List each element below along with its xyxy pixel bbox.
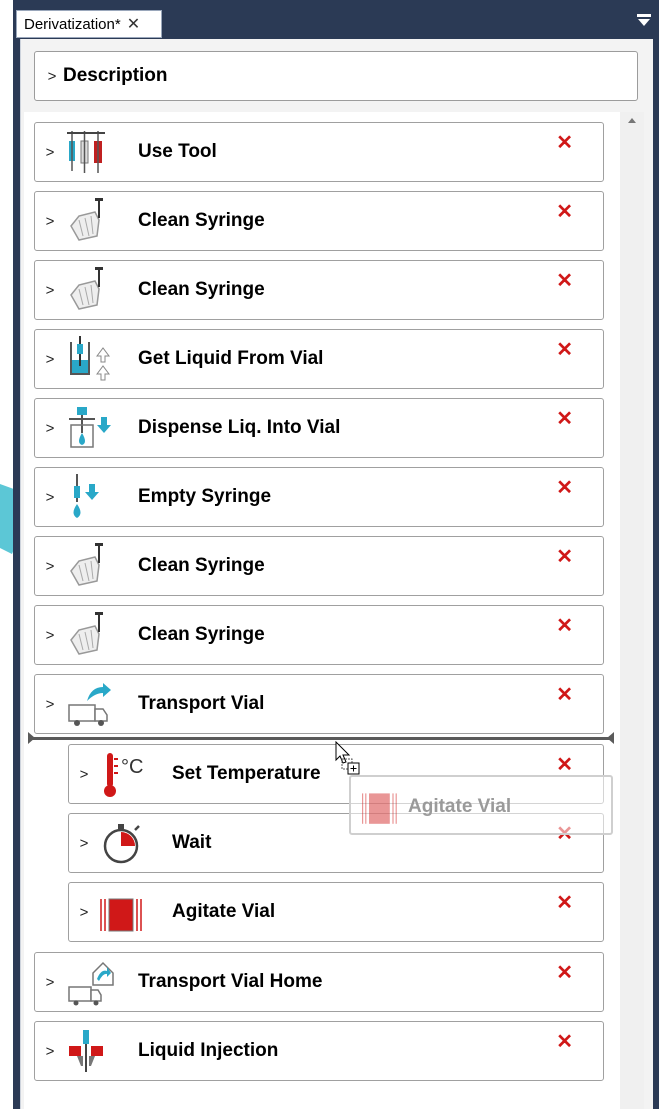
- step-label: Empty Syringe: [138, 486, 272, 507]
- window-menu-icon[interactable]: [637, 12, 651, 28]
- delete-step-icon[interactable]: ✕: [556, 893, 573, 913]
- expand-chevron-icon[interactable]: >: [77, 904, 91, 921]
- tab-derivatization[interactable]: Derivatization* ✕: [16, 10, 162, 38]
- step-label: Wait: [172, 832, 212, 853]
- delete-step-icon[interactable]: ✕: [556, 409, 573, 429]
- expand-chevron-icon[interactable]: >: [43, 558, 57, 575]
- step-clean-syringe[interactable]: > Clean Syringe ✕: [34, 260, 604, 320]
- expand-chevron-icon[interactable]: >: [43, 974, 57, 991]
- clean-syringe-icon: [70, 198, 103, 241]
- step-get-liquid-from-vial[interactable]: > Get Liquid From Vial ✕: [34, 329, 604, 389]
- step-use-tool[interactable]: > Use Tool ✕: [34, 122, 604, 182]
- expand-chevron-icon[interactable]: >: [45, 68, 59, 85]
- get-liquid-icon: [70, 336, 110, 381]
- agitate-vial-icon: [100, 898, 142, 932]
- step-clean-syringe[interactable]: > Clean Syringe ✕: [34, 605, 604, 665]
- dispense-liquid-icon: [69, 407, 111, 448]
- expand-chevron-icon[interactable]: >: [43, 282, 57, 299]
- step-label: Liquid Injection: [138, 1040, 279, 1061]
- expand-chevron-icon[interactable]: >: [77, 835, 91, 852]
- scroll-up-arrow-icon[interactable]: [628, 118, 636, 123]
- clean-syringe-icon: [70, 612, 103, 655]
- transport-home-icon: [68, 961, 114, 1006]
- step-transport-vial[interactable]: > Transport Vial ✕: [34, 674, 604, 734]
- step-label: Agitate Vial: [172, 901, 276, 922]
- delete-step-icon[interactable]: ✕: [556, 616, 573, 636]
- step-label: Clean Syringe: [138, 210, 265, 231]
- expand-chevron-icon[interactable]: >: [43, 144, 57, 161]
- expand-chevron-icon[interactable]: >: [77, 766, 91, 783]
- delete-step-icon[interactable]: ✕: [556, 202, 573, 222]
- drag-cursor-icon: [335, 741, 360, 775]
- step-label: Dispense Liq. Into Vial: [138, 417, 341, 438]
- clean-syringe-icon: [70, 267, 103, 310]
- step-label: Clean Syringe: [138, 555, 265, 576]
- expand-chevron-icon[interactable]: >: [43, 696, 57, 713]
- step-clean-syringe[interactable]: > Clean Syringe ✕: [34, 191, 604, 251]
- step-label: Clean Syringe: [138, 624, 265, 645]
- agitate-vial-icon: [362, 793, 397, 824]
- drag-ghost-label: Agitate Vial: [408, 796, 512, 817]
- tab-close-icon[interactable]: ✕: [127, 14, 140, 34]
- clean-syringe-icon: [70, 543, 103, 586]
- delete-step-icon[interactable]: ✕: [556, 478, 573, 498]
- tab-title: Derivatization*: [24, 15, 121, 33]
- step-liquid-injection[interactable]: > Liquid Injection ✕: [34, 1021, 604, 1081]
- step-label: Transport Vial: [138, 693, 265, 714]
- expand-chevron-icon[interactable]: >: [43, 213, 57, 230]
- delete-step-icon[interactable]: ✕: [556, 547, 573, 567]
- expand-chevron-icon[interactable]: >: [43, 420, 57, 437]
- step-label: Get Liquid From Vial: [138, 348, 324, 369]
- delete-step-icon[interactable]: ✕: [556, 963, 573, 983]
- expand-chevron-icon[interactable]: >: [43, 351, 57, 368]
- vertical-scrollbar[interactable]: [620, 112, 644, 1109]
- drop-insertion-line: [28, 732, 614, 744]
- delete-step-icon[interactable]: ✕: [556, 133, 573, 153]
- expand-chevron-icon[interactable]: >: [43, 627, 57, 644]
- liquid-injection-icon: [69, 1030, 103, 1072]
- transport-vial-icon: [68, 683, 111, 726]
- step-empty-syringe[interactable]: > Empty Syringe ✕: [34, 467, 604, 527]
- delete-step-icon[interactable]: ✕: [556, 340, 573, 360]
- step-label: Set Temperature: [172, 763, 321, 784]
- svg-text:°C: °C: [121, 756, 143, 778]
- expand-chevron-icon[interactable]: >: [43, 489, 57, 506]
- step-clean-syringe[interactable]: > Clean Syringe ✕: [34, 536, 604, 596]
- timer-icon: [103, 824, 140, 864]
- delete-step-icon[interactable]: ✕: [556, 755, 573, 775]
- description-label: Description: [63, 65, 168, 86]
- expand-chevron-icon[interactable]: >: [43, 1043, 57, 1060]
- step-transport-vial-home[interactable]: > Transport Vial Home ✕: [34, 952, 604, 1012]
- drag-ghost-agitate-vial: Agitate Vial: [349, 775, 613, 835]
- step-label: Use Tool: [138, 141, 217, 162]
- delete-step-icon[interactable]: ✕: [556, 1032, 573, 1052]
- delete-step-icon[interactable]: ✕: [556, 271, 573, 291]
- delete-step-icon[interactable]: ✕: [556, 685, 573, 705]
- description-section[interactable]: > Description: [34, 51, 638, 101]
- empty-syringe-icon: [73, 474, 99, 518]
- step-agitate-vial[interactable]: > Agitate Vial ✕: [68, 882, 604, 942]
- step-label: Transport Vial Home: [138, 971, 323, 992]
- syringes-tool-icon: [67, 131, 105, 173]
- step-dispense-liquid[interactable]: > Dispense Liq. Into Vial ✕: [34, 398, 604, 458]
- thermometer-icon: °C: [104, 753, 143, 797]
- step-label: Clean Syringe: [138, 279, 265, 300]
